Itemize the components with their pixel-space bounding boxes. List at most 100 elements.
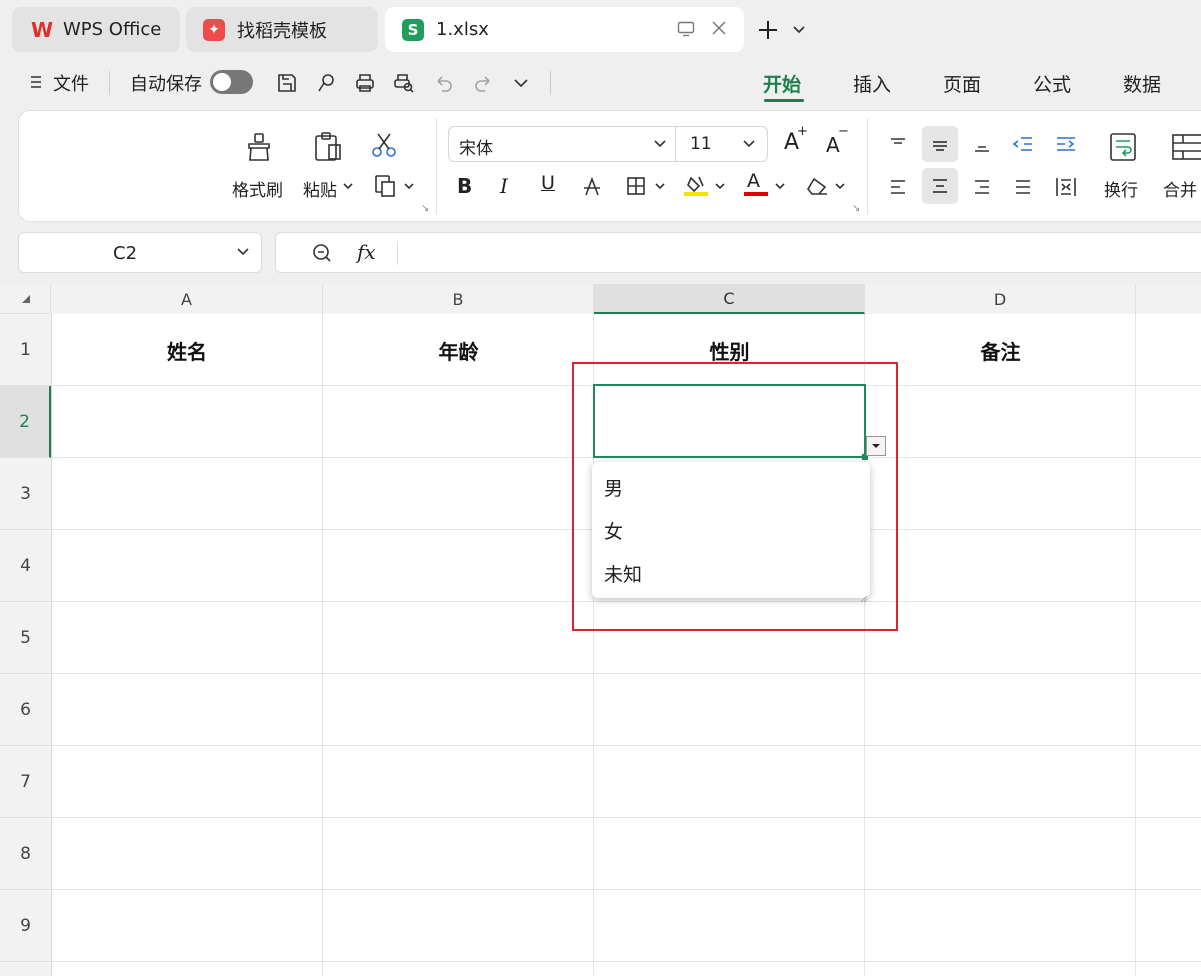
row-header-6[interactable]: 6 [0,674,51,746]
fill-chevron-icon[interactable] [714,180,726,192]
paste-label[interactable]: 粘贴 [303,176,337,201]
wrap-text-icon[interactable] [1107,130,1139,164]
eraser-chevron-icon[interactable] [834,180,846,192]
column-header-a[interactable]: A [51,284,323,314]
cell-a1[interactable]: 姓名 [51,314,323,386]
font-color-chevron-icon[interactable] [774,180,786,192]
decrease-minus-icon: − [838,124,849,139]
file-menu[interactable]: 文件 [53,70,89,96]
print-icon[interactable] [352,70,378,96]
merge-cells-label[interactable]: 合并 [1163,176,1197,201]
close-tab-icon[interactable] [711,20,727,41]
merge-cells-icon[interactable] [1170,130,1201,164]
strikethrough-icon[interactable] [581,174,603,198]
tab-docer[interactable]: ✦ 找稻壳模板 [186,7,378,52]
increase-indent-icon[interactable] [1052,128,1080,160]
cut-scissors-icon[interactable] [370,131,398,159]
fx-icon[interactable]: fx [357,240,376,264]
border-grid-icon[interactable] [624,175,648,197]
column-header-d[interactable]: D [865,284,1136,314]
increase-plus-icon: + [797,124,808,139]
decrease-indent-icon[interactable] [1009,128,1037,160]
copy-chevron-icon[interactable] [403,180,415,192]
column-header-b[interactable]: B [323,284,594,314]
format-painter-label[interactable]: 格式刷 [232,176,283,201]
tab-file-1xlsx[interactable]: S 1.xlsx [385,7,744,52]
row-header-2[interactable]: 2 [0,386,51,458]
ribbon-tab-home[interactable]: 开始 [763,70,801,97]
export-pdf-icon[interactable] [313,70,339,96]
align-left-icon[interactable] [885,172,911,202]
font-name-chevron-icon[interactable] [652,138,668,150]
align-right-icon[interactable] [969,172,995,202]
bold-icon[interactable]: B [457,174,472,198]
row-header-5[interactable]: 5 [0,602,51,674]
zoom-formula-icon[interactable] [310,241,334,265]
grid-line [51,889,1201,890]
font-expand-corner-icon[interactable]: ↘ [852,203,860,214]
name-box-chevron-icon[interactable] [235,246,251,258]
ribbon-tab-insert[interactable]: 插入 [853,70,891,97]
font-color-icon[interactable]: A [747,170,760,192]
row-header-9[interactable]: 9 [0,890,51,962]
row-header-10[interactable] [0,962,51,976]
wrap-text-label[interactable]: 换行 [1104,176,1138,201]
eraser-icon[interactable] [804,174,830,198]
ribbon-tab-formula[interactable]: 公式 [1033,70,1071,97]
align-middle-icon[interactable] [922,126,958,162]
justify-icon[interactable] [1010,172,1036,202]
format-painter-icon[interactable] [244,130,274,164]
divider [675,126,676,162]
wps-window: W WPS Office ✦ 找稻壳模板 S 1.xlsx 文件 自动保存 开始… [0,0,1201,976]
font-controls [448,126,768,162]
more-chevron-icon[interactable] [510,72,532,94]
row-header-8[interactable]: 8 [0,818,51,890]
font-name-select[interactable]: 宋体 [459,134,493,159]
screen-icon[interactable] [677,21,695,42]
row-header-3[interactable]: 3 [0,458,51,530]
cell-d1[interactable]: 备注 [865,314,1136,386]
distribute-icon[interactable] [1052,172,1080,202]
paste-chevron-icon[interactable] [342,180,354,192]
font-size-select[interactable]: 11 [690,134,712,154]
redo-icon[interactable] [470,70,496,96]
ribbon-tab-data[interactable]: 数据 [1123,70,1161,97]
row-header-1[interactable]: 1 [0,314,51,386]
underline-icon[interactable]: U [541,172,555,194]
autosave-toggle[interactable] [210,70,253,94]
paste-clipboard-icon[interactable] [312,130,344,164]
fill-color-bar [684,192,708,196]
border-chevron-icon[interactable] [654,180,666,192]
row-header-7[interactable]: 7 [0,746,51,818]
grid-line [51,673,1201,674]
grid-line [51,314,52,976]
cell-b1[interactable]: 年龄 [323,314,594,386]
save-icon[interactable] [274,70,300,96]
undo-icon[interactable] [431,70,457,96]
highlight-annotation-box [572,362,898,631]
font-size-chevron-icon[interactable] [741,138,757,150]
copy-icon[interactable] [372,173,400,199]
formula-input[interactable] [275,232,1201,273]
select-all-corner[interactable] [0,284,51,314]
italic-icon[interactable]: I [500,174,508,198]
ribbon-tab-page[interactable]: 页面 [943,70,981,97]
grid-line [51,745,1201,746]
align-bottom-icon[interactable] [969,128,995,160]
name-box[interactable] [18,232,262,273]
align-center-icon[interactable] [922,168,958,204]
expand-corner-icon[interactable]: ↘ [421,203,429,214]
align-top-icon[interactable] [885,128,911,160]
divider [867,118,868,214]
grid-line [51,961,1201,962]
grid-line [51,817,1201,818]
tab-wps-office[interactable]: W WPS Office [12,7,180,52]
column-header-e[interactable] [1136,284,1201,314]
new-tab-plus-icon[interactable] [756,18,780,42]
menu-lines-icon[interactable] [28,72,44,92]
print-preview-icon[interactable] [391,70,417,96]
active-tab-underline [764,99,804,102]
row-header-4[interactable]: 4 [0,530,51,602]
column-header-c[interactable]: C [594,284,865,314]
chevron-down-icon[interactable] [790,20,808,40]
